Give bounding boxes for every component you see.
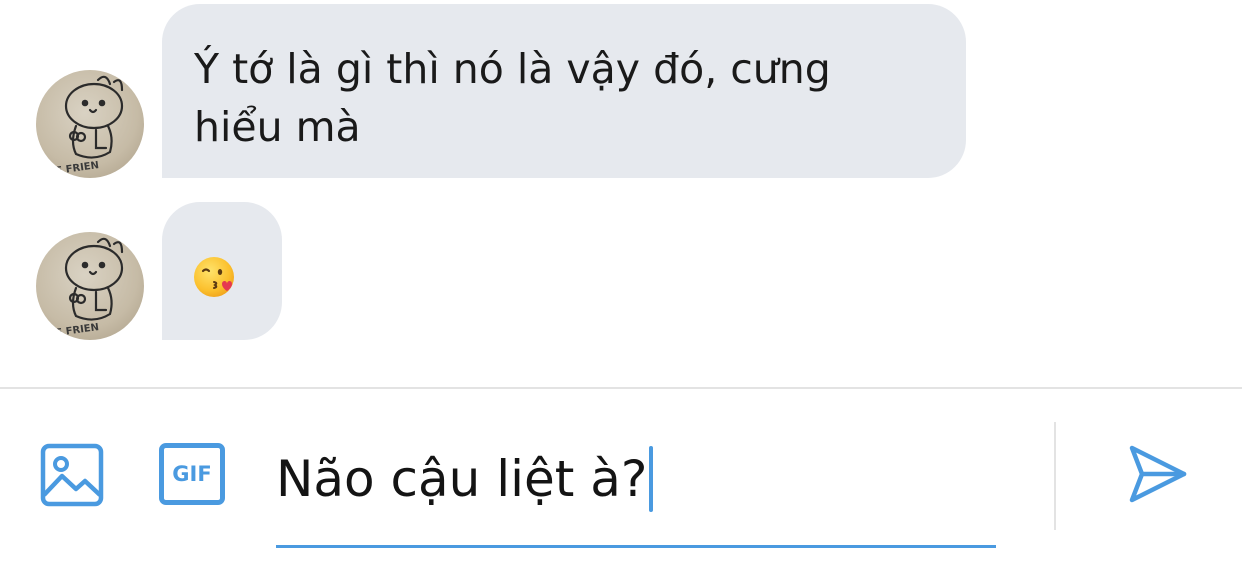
avatar[interactable]: E FRIEN	[36, 70, 144, 178]
chat-screen: E FRIEN Ý tớ là gì thì nó là vậy đó, cưn…	[0, 0, 1242, 562]
send-icon	[1129, 445, 1187, 503]
send-separator	[1054, 422, 1056, 530]
attach-image-button[interactable]	[40, 443, 104, 507]
message-bubble[interactable]	[162, 202, 282, 340]
gif-button[interactable]: GIF	[159, 443, 225, 505]
message-input-value: Não cậu liệt à?	[276, 450, 648, 508]
message-input[interactable]: Não cậu liệt à?	[276, 430, 996, 550]
svg-text:E FRIEN: E FRIEN	[55, 322, 100, 339]
avatar[interactable]: E FRIEN	[36, 232, 144, 340]
text-caret	[649, 446, 654, 512]
composer-divider	[0, 387, 1242, 389]
gif-icon: GIF	[159, 443, 225, 505]
image-icon	[40, 443, 104, 507]
message-bubble[interactable]: Ý tớ là gì thì nó là vậy đó, cưng hiểu m…	[162, 4, 966, 178]
gif-label: GIF	[172, 462, 212, 486]
send-button[interactable]	[1126, 442, 1190, 506]
svg-text:E FRIEN: E FRIEN	[55, 160, 100, 177]
message-text: Ý tớ là gì thì nó là vậy đó, cưng hiểu m…	[194, 45, 831, 151]
kissing-face-with-heart-emoji	[194, 257, 234, 297]
input-underline	[276, 545, 996, 548]
bear-avatar-icon: E FRIEN	[55, 237, 124, 339]
bear-avatar-icon: E FRIEN	[55, 75, 124, 177]
